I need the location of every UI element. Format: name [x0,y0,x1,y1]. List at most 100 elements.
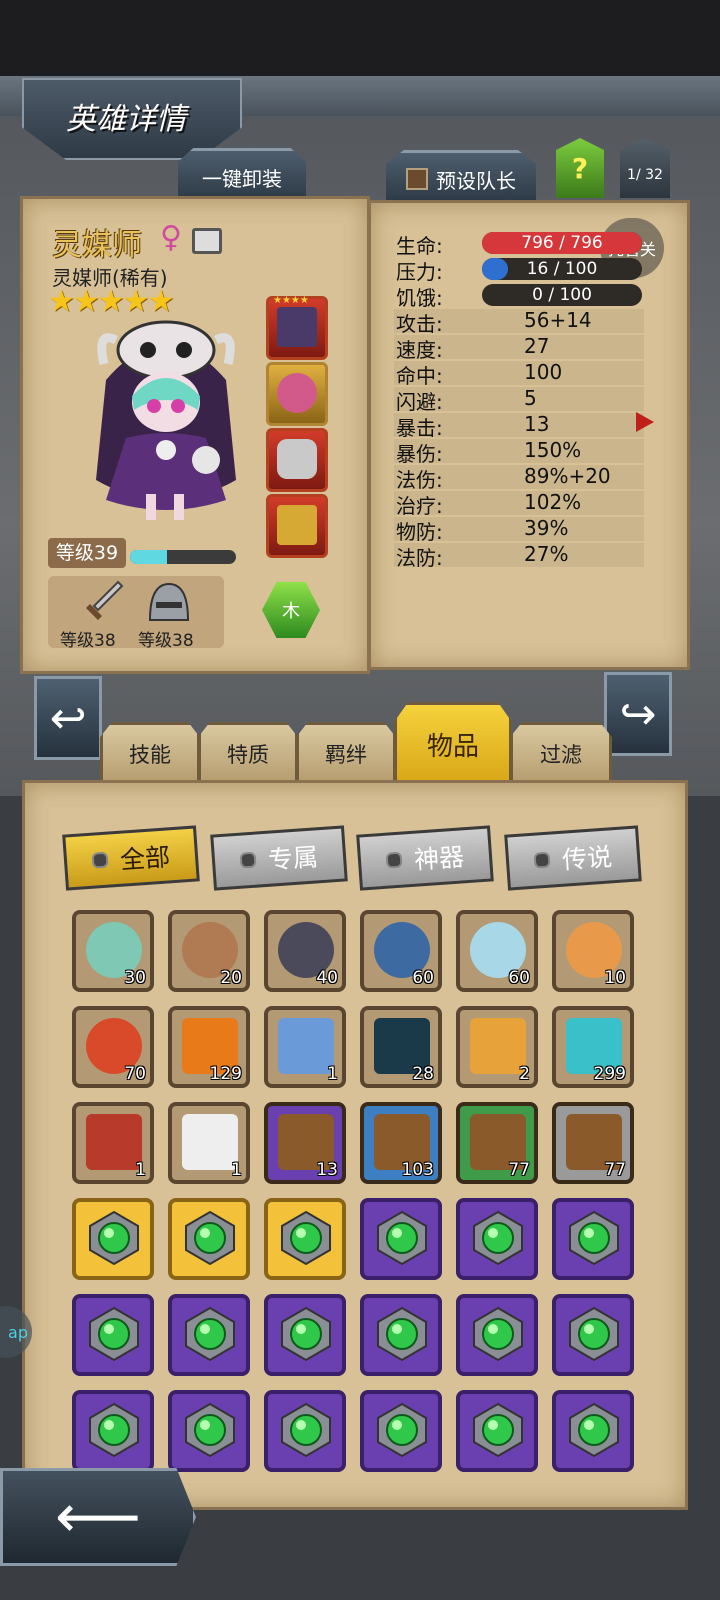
filter-exclusive[interactable]: 专属 [210,825,348,891]
sword-icon[interactable] [84,580,124,624]
green-orb-icon [377,1210,427,1266]
filter-label: 全部 [119,842,172,875]
edit-name-icon[interactable] [192,228,222,254]
filter-legendary[interactable]: 传说 [504,825,642,891]
hero-portrait [96,320,236,520]
tab-skills[interactable]: 技能 [100,722,200,783]
green-orb-item[interactable] [360,1294,442,1376]
green-orb-item[interactable] [456,1294,538,1376]
green-orb-item[interactable] [456,1390,538,1472]
stat-row: 法防: 27% [396,542,646,570]
stat-label: 暴击: [396,416,443,440]
expand-stats-arrow-icon[interactable] [636,412,654,432]
green-orb-icon [281,1210,331,1266]
golden-feather-icon [470,1018,526,1074]
skull-tome-item[interactable]: 1 [72,1102,154,1184]
status-bar [0,0,720,76]
filter-artifact[interactable]: 神器 [356,825,494,891]
green-orb-icon [377,1306,427,1362]
green-orb-item[interactable] [360,1390,442,1472]
hero-shard-brown-hair-item[interactable]: 20 [168,910,250,992]
unequip-all-button[interactable]: 一键卸装 [178,148,306,203]
stat-value: 102% [524,490,582,514]
preset-captain-toggle[interactable]: 预设队长 [386,150,536,205]
filter-all[interactable]: 全部 [62,825,200,891]
equip-slot-artifact[interactable]: ★★★★ [266,295,328,360]
green-chest-item[interactable]: 77 [456,1102,538,1184]
radio-dot [91,851,109,869]
white-feather-item[interactable]: 1 [168,1102,250,1184]
equip-slot-book[interactable] [266,494,328,558]
golden-feather-item[interactable]: 2 [456,1006,538,1088]
female-icon: ♀ [160,220,182,255]
stat-row: 暴伤: 150% [396,438,646,466]
blue-potion-item[interactable]: 299 [552,1006,634,1088]
green-orb-item[interactable] [552,1294,634,1376]
green-orb-item[interactable] [168,1390,250,1472]
equip-slot-bag[interactable] [266,362,328,426]
hero-shard-orange-hair-item[interactable]: 10 [552,910,634,992]
green-orb-item[interactable] [360,1198,442,1280]
white-feather-icon [182,1114,238,1170]
spellbook-icon [277,505,317,545]
preset-captain-checkbox[interactable] [406,168,428,190]
tab-bonds[interactable]: 羁绊 [296,722,396,783]
green-orb-item[interactable] [72,1198,154,1280]
stat-label: 命中: [396,364,443,388]
purple-chest-item[interactable]: 13 [264,1102,346,1184]
item-count: 77 [604,1160,626,1180]
green-orb-item[interactable] [264,1390,346,1472]
prev-hero-button[interactable]: ↩ [34,676,102,760]
green-orb-item[interactable] [168,1198,250,1280]
green-orb-icon [89,1306,139,1362]
green-orb-item[interactable] [72,1390,154,1472]
help-button[interactable]: ? [556,138,604,198]
demon-artifact-icon [277,307,317,347]
grey-chest-item[interactable]: 77 [552,1102,634,1184]
green-orb-icon [569,1210,619,1266]
tab-filter[interactable]: 过滤 [510,722,612,783]
blue-crystal-pile-item[interactable]: 1 [264,1006,346,1088]
green-orb-item[interactable] [264,1198,346,1280]
hero-level: 等级39 [48,538,126,568]
stat-row: 暴击: 13 [396,412,646,440]
item-count: 20 [220,968,242,988]
stat-value: 27% [524,542,569,566]
orange-gem-item[interactable]: 129 [168,1006,250,1088]
stat-value: 13 [524,412,550,436]
next-hero-button[interactable]: ↪ [604,672,672,756]
blue-crystal-pile-icon [278,1018,334,1074]
hero-shard-red-hair-item[interactable]: 70 [72,1006,154,1088]
item-count: 70 [124,1064,146,1084]
weapon-level: 等级38 [60,631,116,651]
hero-shard-dark-hair-item[interactable]: 40 [264,910,346,992]
blue-chest-item[interactable]: 103 [360,1102,442,1184]
hp-value: 796 / 796 [521,233,603,253]
back-button[interactable]: ⟵ [0,1468,196,1566]
xp-bar [130,550,236,564]
item-count: 1 [231,1160,242,1180]
hero-shard-green-hair-item[interactable]: 30 [72,910,154,992]
tab-traits[interactable]: 特质 [198,722,298,783]
item-count: 299 [593,1064,626,1084]
green-orb-item[interactable] [552,1198,634,1280]
green-orb-item[interactable] [72,1294,154,1376]
green-orb-item[interactable] [168,1294,250,1376]
green-orb-item[interactable] [552,1390,634,1472]
hunger-value: 0 / 100 [532,285,592,305]
green-orb-item[interactable] [456,1198,538,1280]
hero-shard-elf-item[interactable]: 60 [456,910,538,992]
stat-label: 攻击: [396,312,443,336]
equip-slot-tag[interactable] [266,428,328,492]
stat-label: 物防: [396,520,443,544]
helmet-icon[interactable] [146,580,192,624]
stat-label: 闪避: [396,390,443,414]
green-orb-icon [185,1306,235,1362]
item-count: 103 [401,1160,434,1180]
skull-tome-icon [86,1114,142,1170]
tab-items[interactable]: 物品 [394,702,512,783]
green-orb-item[interactable] [264,1294,346,1376]
dark-rune-stone-item[interactable]: 28 [360,1006,442,1088]
hero-shard-blue-hair-item[interactable]: 60 [360,910,442,992]
stat-hp: 生命: 796 / 796 [396,230,646,258]
